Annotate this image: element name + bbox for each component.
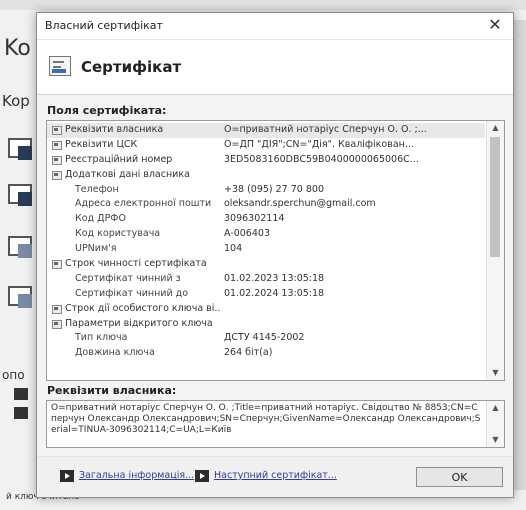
field-value: О=ДП "ДІЯ";CN="Дія". Кваліфікован... (224, 138, 414, 150)
background-arrow-icon[interactable] (14, 407, 28, 419)
field-row[interactable]: UPNим'я 104 (47, 242, 485, 257)
field-value: О=приватний нотаріус Сперчун О. О. ;... (224, 124, 427, 135)
field-row[interactable]: Параметри відкритого ключа (47, 317, 485, 332)
ok-button[interactable]: OK (416, 467, 503, 487)
general-info-label: Загальна інформація... (79, 470, 195, 481)
field-row[interactable]: Додаткові дані власника (47, 168, 485, 183)
field-group-icon (52, 304, 62, 314)
next-certificate-label: Наступний сертифікат... (214, 470, 337, 481)
background-header-strip (0, 0, 526, 10)
field-name: Реквізити ЦСК (65, 138, 138, 150)
field-value: 264 біт(а) (224, 347, 273, 359)
field-name: Строк чинності сертифіката (65, 258, 207, 270)
details-label: Реквізити власника: (47, 384, 177, 397)
fields-label: Поля сертифіката: (47, 104, 167, 117)
background-tile-icon[interactable] (6, 234, 34, 260)
dialog-title: Власний сертифікат (45, 19, 163, 32)
field-name: Реєстраційний номер (65, 153, 173, 165)
field-row[interactable]: Реквізити ЦСК О=ДП "ДІЯ";CN="Дія". Кваліф… (47, 138, 485, 153)
dialog-titlebar[interactable]: Власний сертифікат ✕ (37, 13, 513, 40)
field-row[interactable]: Реквізити власника О=приватний нотаріус С… (47, 123, 485, 138)
background-side-label: опо (2, 368, 25, 382)
scroll-up-icon[interactable]: ▲ (487, 401, 504, 415)
field-row[interactable]: Строк дії особистого ключа ві... (47, 302, 485, 317)
field-value: +38 (095) 27 70 800 (224, 183, 324, 195)
field-row[interactable]: Довжина ключа 264 біт(а) (47, 346, 485, 361)
field-name: Код користувача (75, 228, 161, 240)
field-value: ДСТУ 4145-2002 (224, 332, 305, 344)
scroll-down-icon[interactable]: ▼ (487, 366, 504, 380)
field-row[interactable]: Реєстраційний номер 3ED5083160DBC59B04000… (47, 153, 485, 168)
field-name: Додаткові дані власника (65, 168, 190, 180)
field-row[interactable]: Сертифікат чинний до 01.02.2024 13:05:18 (47, 287, 485, 302)
field-name: Довжина ключа (75, 347, 155, 359)
background-arrow-icon[interactable] (14, 388, 28, 400)
dialog-footer: Загальна інформація... Наступний сертифі… (37, 456, 513, 497)
details-scrollbar[interactable]: ▲ ▼ (486, 401, 504, 447)
field-row[interactable]: Тип ключа ДСТУ 4145-2002 (47, 331, 485, 346)
field-name: Строк дії особистого ключа ві... (65, 302, 221, 314)
field-value: oleksandr.sperchun@gmail.com (224, 198, 376, 210)
field-group-icon (52, 170, 62, 180)
field-group-icon (52, 260, 62, 270)
scroll-down-icon[interactable]: ▼ (487, 433, 504, 447)
certificate-dialog: Власний сертифікат ✕ Сертифікат Поля сер… (36, 12, 514, 498)
field-value: 104 (224, 243, 243, 255)
background-tile-icon[interactable] (6, 182, 34, 208)
field-row[interactable]: Код ДРФО 3096302114 (47, 212, 485, 227)
field-name: Код ДРФО (75, 213, 126, 225)
field-row[interactable]: Сертифікат чинний з 01.02.2023 13:05:18 (47, 272, 485, 287)
field-row[interactable]: Адреса електронної пошти oleksandr.sperch… (47, 197, 485, 212)
scroll-thumb[interactable] (490, 137, 500, 257)
field-name: Телефон (75, 183, 119, 195)
background-right-edge (512, 20, 526, 490)
field-value: 01.02.2024 13:05:18 (224, 287, 325, 299)
field-group-icon (52, 155, 62, 165)
general-info-link[interactable]: Загальна інформація... (60, 469, 200, 485)
field-name: Адреса електронної пошти (75, 198, 212, 210)
background-tile-icon[interactable] (6, 136, 34, 162)
background-subtitle: Kop (2, 92, 30, 110)
field-name: UPNим'я (75, 243, 117, 255)
field-name: Реквізити власника (65, 124, 164, 135)
background-title: Ko (4, 36, 31, 61)
field-name: Сертифікат чинний до (75, 287, 189, 299)
field-row[interactable]: Телефон +38 (095) 27 70 800 (47, 183, 485, 198)
background-tile-icon[interactable] (6, 284, 34, 310)
field-group-icon (52, 126, 62, 135)
field-name: Тип ключа (75, 332, 128, 344)
field-value: A-006403 (224, 228, 270, 240)
fields-scrollbar[interactable]: ▲ ▼ (486, 121, 504, 380)
scroll-up-icon[interactable]: ▲ (487, 121, 504, 135)
field-group-icon (52, 140, 62, 150)
field-value: 3096302114 (224, 213, 285, 225)
certificate-icon (49, 56, 71, 76)
close-icon[interactable]: ✕ (485, 15, 505, 35)
field-value: 3ED5083160DBC59B0400000065006C... (224, 153, 419, 165)
field-name: Сертифікат чинний з (75, 272, 181, 284)
field-row[interactable]: Строк чинності сертифіката (47, 257, 485, 272)
details-text: О=приватний нотаріус Сперчун О. О. ;Titl… (51, 403, 481, 435)
header-title: Сертифікат (81, 58, 182, 76)
field-group-icon (52, 319, 62, 329)
next-certificate-link[interactable]: Наступний сертифікат... (195, 469, 345, 485)
arrow-right-icon (60, 470, 74, 482)
field-row[interactable]: Код користувача A-006403 (47, 227, 485, 242)
details-textbox[interactable]: О=приватний нотаріус Сперчун О. О. ;Titl… (46, 400, 505, 448)
field-name: Параметри відкритого ключа (65, 317, 213, 329)
field-rows: Реквізити власника О=приватний нотаріус С… (47, 123, 485, 361)
arrow-right-icon (195, 470, 209, 482)
dialog-header: Сертифікат (37, 40, 513, 95)
field-value: 01.02.2023 13:05:18 (224, 272, 325, 284)
certificate-fields-list[interactable]: Реквізити власника О=приватний нотаріус С… (46, 120, 505, 381)
